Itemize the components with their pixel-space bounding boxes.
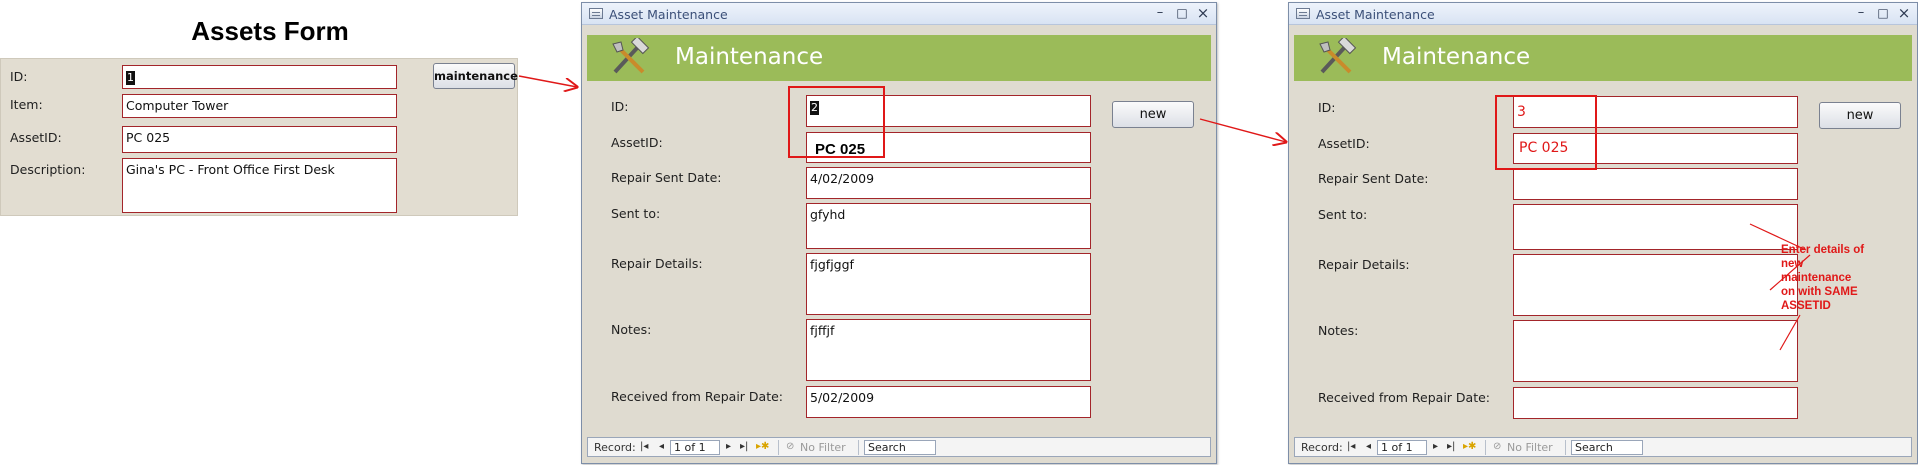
w2-notes-label: Notes: bbox=[1318, 323, 1359, 338]
new-blank-record-icon[interactable]: ▸✱ bbox=[1463, 441, 1476, 452]
w1-notes-field[interactable]: fjffjf bbox=[806, 319, 1091, 381]
w2-repairdetails-label: Repair Details: bbox=[1318, 257, 1410, 272]
w1-sentto-field[interactable]: gfyhd bbox=[806, 203, 1091, 249]
w2-repairdetails-field[interactable] bbox=[1513, 254, 1798, 316]
asset-maintenance-window-1: Asset Maintenance – □ × Maintenance ID: … bbox=[581, 2, 1217, 464]
filter-icon: ⊘ bbox=[1493, 441, 1502, 452]
record-label: Record: bbox=[1301, 441, 1343, 454]
form-icon bbox=[589, 8, 603, 19]
minimize-button[interactable]: – bbox=[1150, 4, 1170, 22]
window-2-titlebar[interactable]: Asset Maintenance – □ × bbox=[1289, 3, 1917, 25]
w2-id-label: ID: bbox=[1318, 100, 1336, 115]
assets-form-title: Assets Form bbox=[191, 16, 349, 46]
window-2-title: Asset Maintenance bbox=[1316, 7, 1435, 22]
record-label: Record: bbox=[594, 441, 636, 454]
af-assetid-label: AssetID: bbox=[10, 130, 62, 145]
window-1-titlebar[interactable]: Asset Maintenance – □ × bbox=[582, 3, 1216, 25]
af-assetid-field[interactable]: PC 025 bbox=[122, 126, 397, 153]
new-blank-record-icon[interactable]: ▸✱ bbox=[756, 441, 769, 452]
asset-maintenance-window-2: Asset Maintenance – □ × Maintenance ID: … bbox=[1288, 2, 1918, 464]
form-header: Maintenance bbox=[587, 35, 1211, 81]
window-1-title: Asset Maintenance bbox=[609, 7, 728, 22]
w1-sentdate-field[interactable]: 4/02/2009 bbox=[806, 167, 1091, 199]
nav-separator bbox=[1565, 440, 1566, 455]
af-id-value: 1 bbox=[126, 71, 135, 85]
annotation-line: ASSETID bbox=[1781, 300, 1831, 312]
highlight-box-window-1 bbox=[788, 86, 885, 158]
w1-sentdate-label: Repair Sent Date: bbox=[611, 170, 722, 185]
first-record-icon[interactable]: |◂ bbox=[1347, 441, 1355, 452]
w2-sentdate-label: Repair Sent Date: bbox=[1318, 171, 1429, 186]
tools-icon bbox=[1319, 38, 1357, 74]
next-record-icon[interactable]: ▸ bbox=[1433, 441, 1438, 452]
w2-notes-field[interactable] bbox=[1513, 320, 1798, 382]
form-header: Maintenance bbox=[1294, 35, 1912, 81]
maximize-button[interactable]: □ bbox=[1873, 4, 1893, 22]
annotation-line: new bbox=[1781, 258, 1804, 270]
annotation-line: Enter details of bbox=[1781, 244, 1865, 256]
annotation-line: maintenance bbox=[1781, 272, 1852, 284]
record-navigation-bar: Record: |◂ ◂ 1 of 1 ▸ ▸| ▸✱ ⊘ No Filter … bbox=[587, 437, 1211, 457]
w2-receiveddate-field[interactable] bbox=[1513, 387, 1798, 419]
annotation-note: Enter details of new maintenance on with… bbox=[1781, 243, 1916, 313]
af-id-label: ID: bbox=[10, 69, 28, 84]
w1-receiveddate-field[interactable]: 5/02/2009 bbox=[806, 386, 1091, 418]
first-record-icon[interactable]: |◂ bbox=[640, 441, 648, 452]
form-header-title: Maintenance bbox=[1382, 44, 1531, 70]
form-icon bbox=[1296, 8, 1310, 19]
tools-icon bbox=[612, 38, 650, 74]
nav-separator bbox=[858, 440, 859, 455]
w1-notes-label: Notes: bbox=[611, 322, 652, 337]
record-position-field[interactable]: 1 of 1 bbox=[670, 440, 720, 455]
af-description-field[interactable]: Gina's PC - Front Office First Desk bbox=[122, 158, 397, 213]
nav-separator bbox=[1485, 440, 1486, 455]
prev-record-icon[interactable]: ◂ bbox=[1366, 441, 1371, 452]
w1-sentto-label: Sent to: bbox=[611, 206, 661, 221]
prev-record-icon[interactable]: ◂ bbox=[659, 441, 664, 452]
maximize-button[interactable]: □ bbox=[1172, 4, 1192, 22]
last-record-icon[interactable]: ▸| bbox=[1447, 441, 1455, 452]
next-record-icon[interactable]: ▸ bbox=[726, 441, 731, 452]
new-record-button[interactable]: new bbox=[1112, 101, 1194, 128]
no-filter-button[interactable]: No Filter bbox=[800, 441, 846, 454]
search-box[interactable]: Search bbox=[864, 440, 936, 455]
form-header-title: Maintenance bbox=[675, 44, 824, 70]
no-filter-button[interactable]: No Filter bbox=[1507, 441, 1553, 454]
w1-receiveddate-label: Received from Repair Date: bbox=[611, 389, 783, 404]
w1-assetid-label: AssetID: bbox=[611, 135, 663, 150]
last-record-icon[interactable]: ▸| bbox=[740, 441, 748, 452]
w2-assetid-label: AssetID: bbox=[1318, 136, 1370, 151]
w2-sentdate-field[interactable] bbox=[1513, 168, 1798, 200]
minimize-button[interactable]: – bbox=[1851, 4, 1871, 22]
w1-repairdetails-field[interactable]: fjgfjggf bbox=[806, 253, 1091, 315]
record-position-field[interactable]: 1 of 1 bbox=[1377, 440, 1427, 455]
w1-id-label: ID: bbox=[611, 99, 629, 114]
close-button[interactable]: × bbox=[1193, 4, 1213, 22]
af-item-label: Item: bbox=[10, 97, 43, 112]
annotation-line: on with SAME bbox=[1781, 286, 1858, 298]
nav-separator bbox=[778, 440, 779, 455]
maintenance-button[interactable]: maintenance bbox=[433, 63, 518, 89]
w1-repairdetails-label: Repair Details: bbox=[611, 256, 703, 271]
af-item-field[interactable]: Computer Tower bbox=[122, 94, 397, 118]
w2-sentto-label: Sent to: bbox=[1318, 207, 1368, 222]
new-record-button[interactable]: new bbox=[1819, 102, 1901, 129]
w2-receiveddate-label: Received from Repair Date: bbox=[1318, 390, 1490, 405]
record-navigation-bar: Record: |◂ ◂ 1 of 1 ▸ ▸| ▸✱ ⊘ No Filter … bbox=[1294, 437, 1912, 457]
arrow-to-window-1 bbox=[518, 75, 577, 87]
filter-icon: ⊘ bbox=[786, 441, 795, 452]
w2-sentto-field[interactable] bbox=[1513, 204, 1798, 250]
af-description-label: Description: bbox=[10, 162, 86, 177]
af-id-field[interactable]: 1 bbox=[122, 65, 397, 89]
close-button[interactable]: × bbox=[1894, 4, 1914, 22]
search-box[interactable]: Search bbox=[1571, 440, 1643, 455]
highlight-box-window-2 bbox=[1495, 95, 1597, 170]
